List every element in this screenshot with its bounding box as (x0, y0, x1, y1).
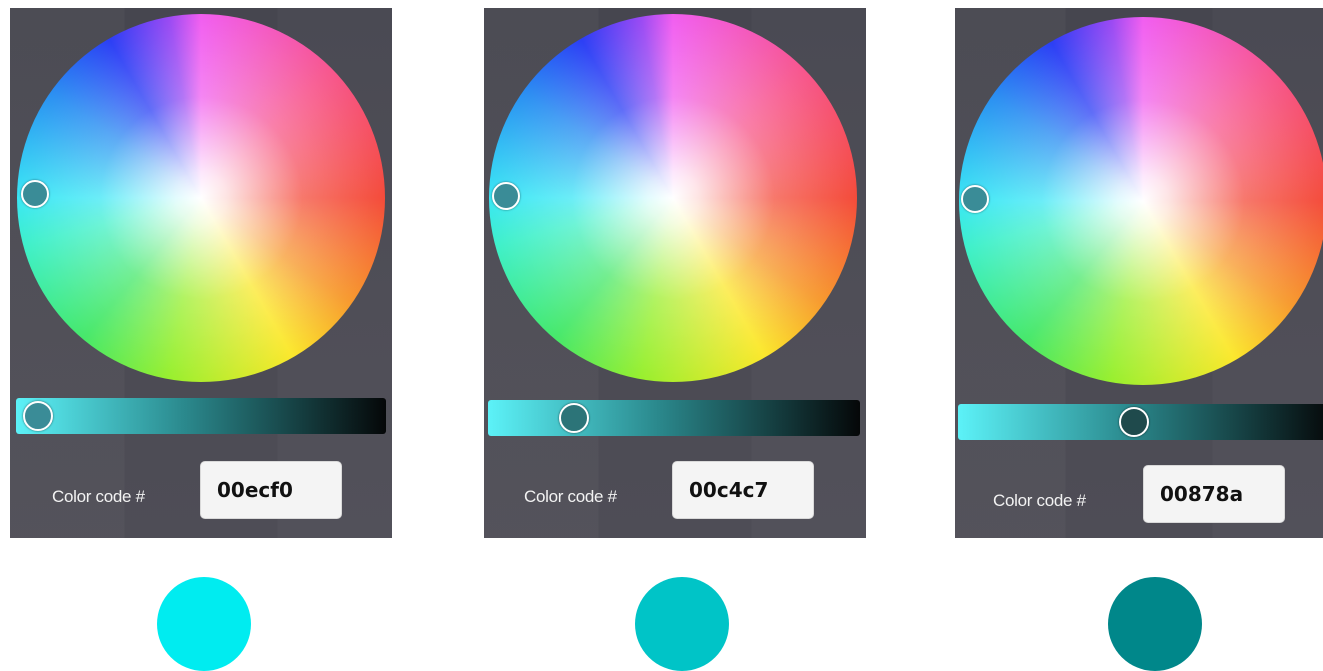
color-picker-panel-1: Color code # 00ecf0 (10, 8, 392, 538)
color-swatch-3 (1108, 577, 1202, 671)
brightness-slider-handle[interactable] (558, 403, 589, 433)
color-picker-panel-3: Color code # 00878a (955, 8, 1323, 538)
color-wheel[interactable] (17, 14, 385, 382)
color-wheel-handle[interactable] (21, 180, 49, 208)
color-wheel[interactable] (489, 14, 857, 382)
color-code-label: Color code # (524, 487, 617, 506)
color-code-input[interactable]: 00878a (1143, 465, 1285, 523)
color-swatch-1 (157, 577, 251, 671)
color-wheel-handle[interactable] (492, 182, 520, 210)
brightness-slider-handle[interactable] (23, 401, 54, 431)
color-code-input[interactable]: 00ecf0 (200, 461, 342, 519)
color-code-label: Color code # (993, 491, 1086, 510)
color-code-label: Color code # (52, 487, 145, 506)
color-wheel-handle[interactable] (961, 185, 989, 213)
color-wheel[interactable] (959, 17, 1323, 385)
brightness-slider[interactable] (488, 400, 860, 436)
color-swatch-2 (635, 577, 729, 671)
color-picker-panel-2: Color code # 00c4c7 (484, 8, 866, 538)
brightness-slider-handle[interactable] (1119, 407, 1150, 437)
color-code-input[interactable]: 00c4c7 (672, 461, 814, 519)
brightness-slider[interactable] (16, 398, 386, 434)
brightness-slider[interactable] (958, 404, 1323, 440)
